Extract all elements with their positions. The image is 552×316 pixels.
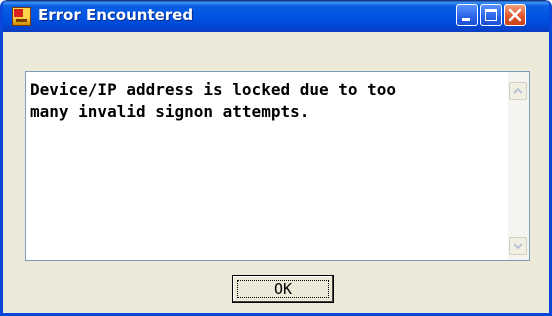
chevron-down-icon [513,243,523,250]
scroll-down-button[interactable] [509,237,527,255]
maximize-icon [485,9,497,21]
scroll-up-button[interactable] [509,82,527,100]
vertical-scrollbar[interactable] [508,72,529,260]
app-icon [12,7,31,26]
maximize-button[interactable] [480,4,502,26]
minimize-button[interactable] [456,4,478,26]
window-title: Error Encountered [38,6,194,24]
chevron-up-icon [513,87,523,94]
title-bar[interactable]: Error Encountered [3,0,549,32]
message-textbox[interactable]: Device/IP address is locked due to too m… [25,71,530,261]
ok-button[interactable]: OK [232,275,334,303]
error-dialog-window: Error Encountered Device/IP address is l… [0,0,552,316]
close-button[interactable] [504,4,526,26]
ok-button-label: OK [273,280,293,298]
error-message: Device/IP address is locked due to too m… [30,80,397,121]
close-icon [508,8,522,22]
minimize-icon [462,18,470,21]
